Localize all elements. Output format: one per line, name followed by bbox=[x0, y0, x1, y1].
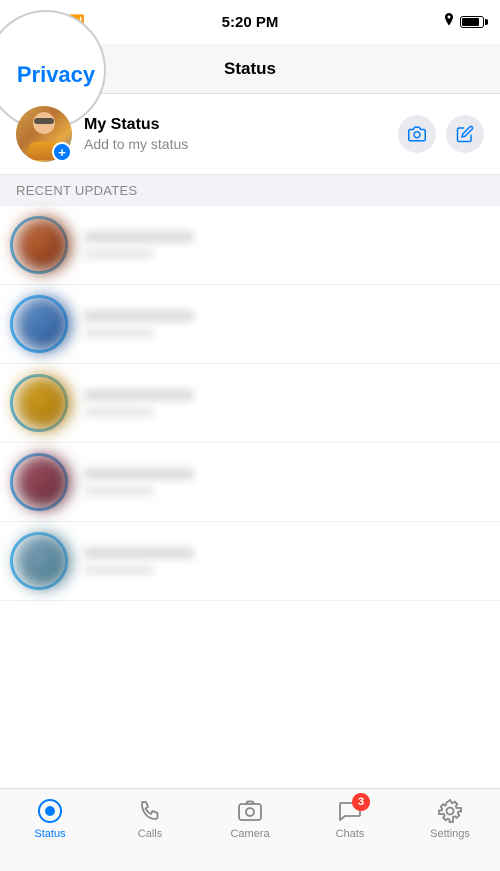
location-icon bbox=[443, 13, 455, 32]
page-title: Status bbox=[224, 59, 276, 79]
list-item[interactable] bbox=[0, 364, 500, 443]
contact-avatar-5 bbox=[16, 534, 70, 588]
page-header: Privacy Status bbox=[0, 44, 500, 94]
tab-chats-icon: 3 bbox=[336, 797, 364, 825]
contact-avatar-3 bbox=[16, 376, 70, 430]
tab-calls-label: Calls bbox=[138, 828, 162, 840]
status-bar-time: 5:20 PM bbox=[222, 14, 279, 31]
tab-bar: Status Calls Camera 3 Chats bbox=[0, 788, 500, 871]
my-avatar-wrapper: + bbox=[16, 106, 72, 162]
status-circle-icon bbox=[37, 798, 63, 824]
my-status-actions bbox=[398, 115, 484, 153]
contact-time-1 bbox=[84, 249, 154, 259]
contact-info-2 bbox=[84, 310, 484, 338]
contact-name-5 bbox=[84, 547, 194, 559]
contact-name-4 bbox=[84, 468, 194, 480]
tab-camera-icon bbox=[236, 797, 264, 825]
contact-time-5 bbox=[84, 565, 154, 575]
phone-icon bbox=[137, 798, 163, 824]
avatar-glasses bbox=[34, 118, 54, 124]
battery-icon bbox=[460, 16, 484, 28]
contact-info-1 bbox=[84, 231, 484, 259]
list-item[interactable] bbox=[0, 285, 500, 364]
contact-name-1 bbox=[84, 231, 194, 243]
camera-action-button[interactable] bbox=[398, 115, 436, 153]
tab-status[interactable]: Status bbox=[0, 797, 100, 840]
tab-calls[interactable]: Calls bbox=[100, 797, 200, 840]
edit-action-button[interactable] bbox=[446, 115, 484, 153]
contact-info-4 bbox=[84, 468, 484, 496]
list-item[interactable] bbox=[0, 206, 500, 285]
chats-badge: 3 bbox=[352, 793, 370, 811]
contact-name-3 bbox=[84, 389, 194, 401]
tab-chats-label: Chats bbox=[336, 828, 365, 840]
status-bar-right bbox=[443, 13, 484, 32]
contact-time-3 bbox=[84, 407, 154, 417]
my-status-name: My Status bbox=[84, 116, 398, 134]
privacy-label[interactable]: Privacy bbox=[17, 62, 95, 88]
tab-settings-icon bbox=[436, 797, 464, 825]
tab-chats[interactable]: 3 Chats bbox=[300, 797, 400, 840]
contact-time-2 bbox=[84, 328, 154, 338]
contact-time-4 bbox=[84, 486, 154, 496]
gear-icon bbox=[437, 798, 463, 824]
contact-info-5 bbox=[84, 547, 484, 575]
tab-status-label: Status bbox=[34, 828, 65, 840]
camera-icon bbox=[408, 125, 426, 143]
my-status-text: My Status Add to my status bbox=[84, 116, 398, 152]
tab-settings[interactable]: Settings bbox=[400, 797, 500, 840]
contact-name-2 bbox=[84, 310, 194, 322]
list-item[interactable] bbox=[0, 443, 500, 522]
tab-status-icon bbox=[36, 797, 64, 825]
contact-avatar-4 bbox=[16, 455, 70, 509]
contact-avatar-1 bbox=[16, 218, 70, 272]
pencil-icon bbox=[456, 125, 474, 143]
recent-updates-label: RECENT UPDATES bbox=[16, 183, 137, 198]
camera-tab-icon bbox=[237, 798, 263, 824]
contact-avatar-2 bbox=[16, 297, 70, 351]
recent-updates-header: RECENT UPDATES bbox=[0, 175, 500, 206]
tab-settings-label: Settings bbox=[430, 828, 470, 840]
tab-calls-icon bbox=[136, 797, 164, 825]
my-status-subtitle: Add to my status bbox=[84, 136, 398, 152]
list-item[interactable] bbox=[0, 522, 500, 601]
tab-camera-label: Camera bbox=[230, 828, 269, 840]
contact-info-3 bbox=[84, 389, 484, 417]
status-items-list bbox=[0, 206, 500, 601]
add-status-badge[interactable]: + bbox=[52, 142, 72, 162]
tab-camera[interactable]: Camera bbox=[200, 797, 300, 840]
